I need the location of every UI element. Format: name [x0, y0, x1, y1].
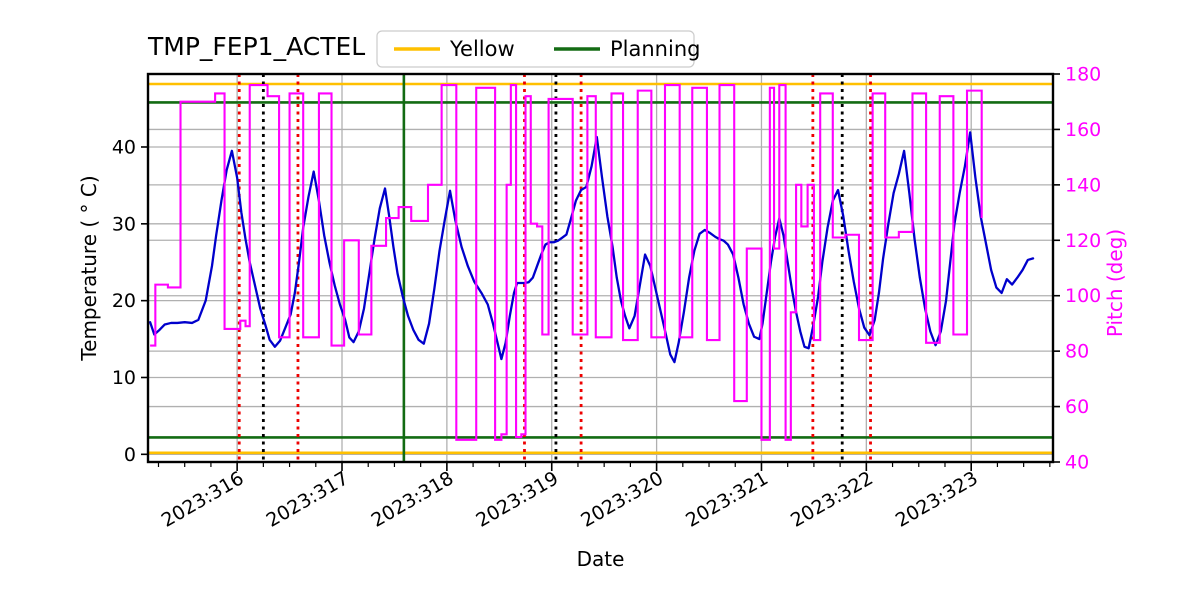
y-ticklabel-right: 40: [1065, 452, 1089, 474]
series-temperature: [148, 131, 1035, 364]
x-ticklabel: 2023:319: [472, 467, 562, 532]
y-ticklabel-right: 160: [1065, 119, 1101, 141]
y-ticklabel-right: 80: [1065, 341, 1089, 363]
plot-frame: [146, 72, 1055, 464]
grid-layer: [148, 73, 1053, 463]
x-ticklabel: 2023:320: [577, 467, 667, 532]
data-series-layer: [148, 84, 1035, 441]
chart-title: TMP_FEP1_ACTEL: [147, 32, 365, 61]
chart-svg: 0102030404060801001201401601802023:316 20…: [77, 30, 1127, 571]
legend-label-yellow: Yellow: [449, 37, 515, 61]
y-axis-title-left: Temperature ( ° C): [77, 175, 101, 361]
x-ticklabel: 2023:316: [158, 467, 248, 532]
limit-lines-layer: [148, 82, 1053, 455]
x-ticklabel: 2023:323: [892, 467, 982, 532]
y-ticklabel-right: 120: [1065, 230, 1101, 252]
y-ticklabel-right: 180: [1065, 64, 1101, 86]
x-ticklabel: 2023:321: [682, 467, 772, 532]
chart-figure: 0 10 20 30 40 40 60 80 100 120 140 160 180 2023:316 20…: [0, 0, 1200, 600]
y-ticklabel-left: 30: [112, 213, 136, 235]
legend[interactable]: Yellow Planning: [376, 30, 700, 68]
y-ticklabel-left: 10: [112, 367, 136, 389]
legend-label-planning: Planning: [610, 37, 700, 61]
x-ticklabel: 2023:317: [263, 467, 353, 532]
y-ticklabel-left: 0: [124, 444, 136, 466]
y-ticklabel-right: 140: [1065, 174, 1101, 196]
y-axis-title-right: Pitch (deg): [1103, 229, 1127, 337]
x-ticklabel: 2023:318: [368, 467, 458, 532]
y-ticklabel-right: 100: [1065, 285, 1101, 307]
y-ticklabel-right: 60: [1065, 396, 1089, 418]
axis-frame-layer: [146, 72, 1055, 464]
y-ticklabel-left: 20: [112, 290, 136, 312]
series-pitch: [150, 84, 983, 441]
y-ticklabel-left: 40: [112, 136, 136, 158]
x-ticklabel: 2023:322: [787, 467, 877, 532]
event-lines-layer: [237, 74, 872, 462]
x-axis-title: Date: [577, 547, 625, 571]
